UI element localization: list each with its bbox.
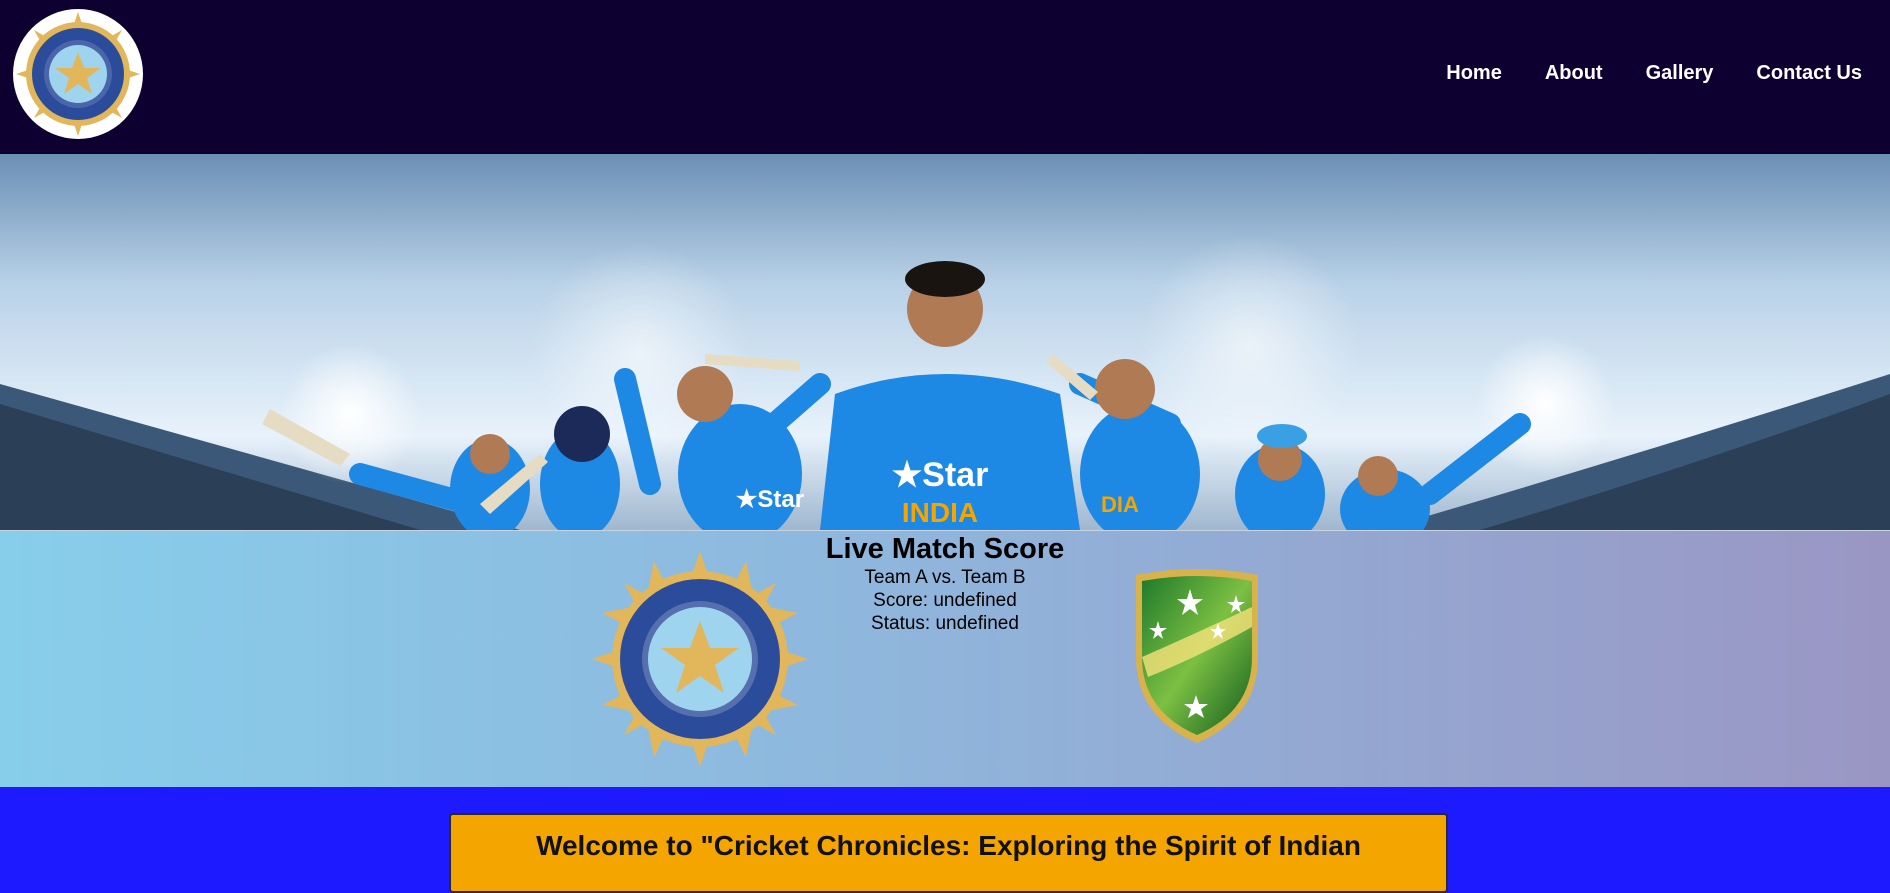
svg-text:★Star: ★Star xyxy=(892,456,989,494)
nav-home-link[interactable]: Home xyxy=(1446,62,1502,85)
score-status: Status: undefined xyxy=(871,613,1019,634)
main-nav: Home About Gallery Contact Us xyxy=(1403,62,1862,85)
score-board: Live Match Score Team A vs. Team B Score… xyxy=(0,531,1890,635)
nav-about-link[interactable]: About xyxy=(1545,62,1603,85)
team-photo: ★Star INDIA ★Star DIA xyxy=(0,154,1890,530)
svg-text:★Star: ★Star xyxy=(736,486,804,513)
nav-gallery-link[interactable]: Gallery xyxy=(1646,62,1714,85)
bcci-logo[interactable] xyxy=(12,8,144,140)
svg-text:INDIA: INDIA xyxy=(902,497,978,528)
welcome-heading: Welcome to "Cricket Chronicles: Explorin… xyxy=(536,830,1361,861)
welcome-box: Welcome to "Cricket Chronicles: Explorin… xyxy=(449,813,1448,893)
hero-banner: ★Star INDIA ★Star DIA xyxy=(0,154,1890,530)
nav-contact-link[interactable]: Contact Us xyxy=(1756,62,1862,85)
australia-team-logo xyxy=(1136,569,1258,743)
score-teams: Team A vs. Team B xyxy=(864,567,1026,588)
score-title: Live Match Score xyxy=(825,533,1065,565)
svg-text:DIA: DIA xyxy=(1101,492,1139,517)
site-header: Home About Gallery Contact Us xyxy=(0,0,1890,154)
score-value: Score: undefined xyxy=(873,590,1017,611)
live-score-section: Live Match Score Team A vs. Team B Score… xyxy=(0,530,1890,788)
welcome-section: Welcome to "Cricket Chronicles: Explorin… xyxy=(0,787,1890,893)
